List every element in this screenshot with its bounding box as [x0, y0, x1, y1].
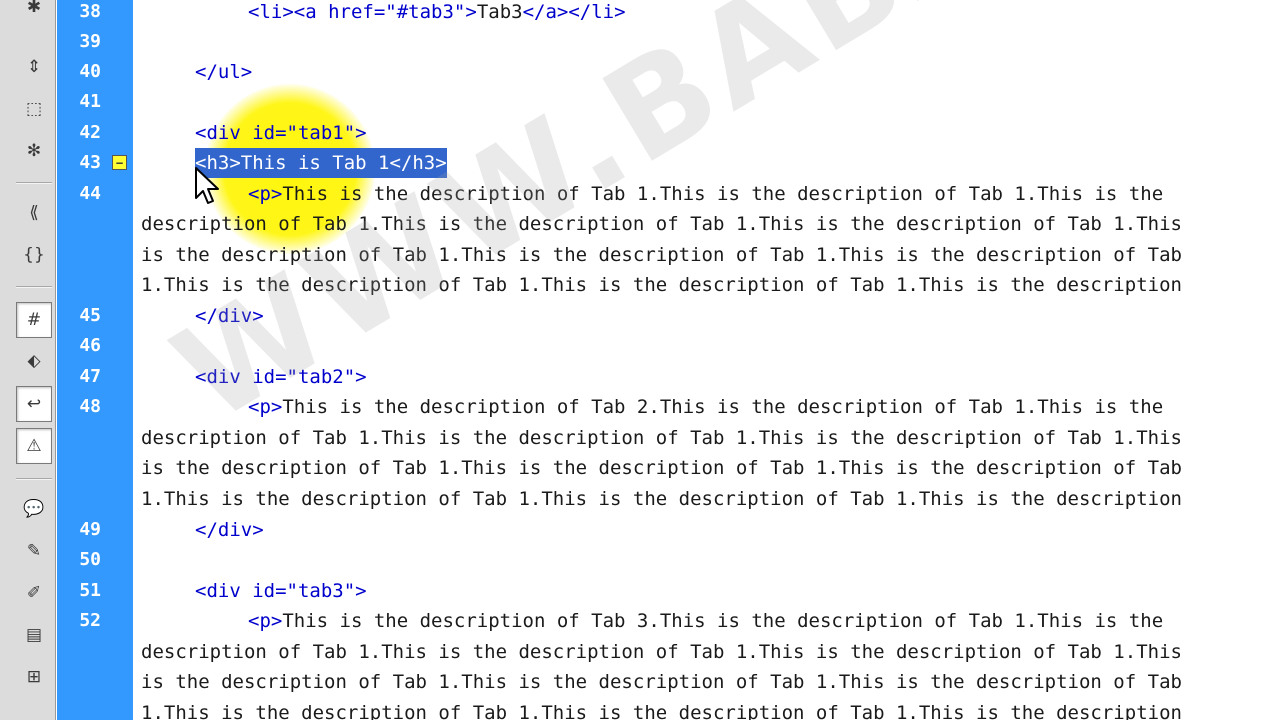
line-number: 44: [79, 183, 101, 204]
line-number: 46: [79, 335, 101, 356]
code-line: </div>: [195, 519, 264, 541]
line-number: 52: [79, 610, 101, 631]
line-number: 40: [79, 61, 101, 82]
coding-toolbar: ✱ ⇕ ⬚ ✻ ⟪ {} # ⬖ ↩ ⚠ 💬 ✎ ✐ ▤ ⊞: [0, 0, 56, 720]
line-numbers-icon[interactable]: #: [16, 302, 52, 338]
remove-comment-icon[interactable]: ✎: [14, 534, 54, 568]
code-line-wrap: 1.This is the description of Tab 1.This …: [141, 274, 1182, 296]
code-line-wrap: is the description of Tab 1.This is the …: [141, 244, 1182, 266]
line-number: 45: [79, 305, 101, 326]
code-line-wrap: is the description of Tab 1.This is the …: [141, 457, 1182, 479]
line-number: 47: [79, 366, 101, 387]
line-number: 48: [79, 396, 101, 417]
line-number: 39: [79, 31, 101, 52]
code-line-wrap: 1.This is the description of Tab 1.This …: [141, 702, 1182, 720]
line-number: 51: [79, 580, 101, 601]
selected-code-h3[interactable]: <h3>This is Tab 1</h3>: [195, 148, 447, 178]
toolbar-separator: [16, 182, 52, 184]
indent-code-icon[interactable]: ⊞: [14, 660, 54, 694]
line-number: 42: [79, 122, 101, 143]
code-line-wrap: is the description of Tab 1.This is the …: [141, 671, 1182, 693]
toolbar-separator: [16, 286, 52, 288]
code-line: </div>: [195, 305, 264, 327]
line-number: 41: [79, 91, 101, 112]
code-line-wrap: description of Tab 1.This is the descrip…: [141, 427, 1182, 449]
code-collapse-marker[interactable]: −: [112, 155, 127, 170]
code-line-wrap: 1.This is the description of Tab 1.This …: [141, 488, 1182, 510]
code-line: </ul>: [195, 61, 253, 83]
expand-selection-icon[interactable]: ⇕: [14, 50, 54, 84]
select-parent-tag-icon[interactable]: ⟪: [14, 196, 54, 230]
code-line: <li><a href="#tab3">Tab3</a></li>: [248, 1, 626, 23]
line-number: 50: [79, 549, 101, 570]
syntax-error-alerts-icon[interactable]: ⚠: [16, 428, 52, 464]
apply-comment-icon[interactable]: 💬: [14, 492, 54, 526]
highlight-invalid-code-icon[interactable]: ⬖: [14, 344, 54, 378]
line-number: 43: [79, 152, 101, 173]
line-number: 49: [79, 519, 101, 540]
collapse-selection-icon[interactable]: ⬚: [14, 92, 54, 126]
line-number: 38: [79, 1, 101, 22]
word-wrap-icon[interactable]: ↩: [16, 386, 52, 422]
gear-icon[interactable]: ✱: [14, 0, 54, 24]
code-line: <div id="tab3">: [195, 580, 367, 602]
code-line: <div id="tab1">: [195, 122, 367, 144]
code-line-wrap: description of Tab 1.This is the descrip…: [141, 213, 1182, 235]
code-line: <p>This is the description of Tab 3.This…: [248, 610, 1164, 632]
balance-braces-icon[interactable]: {}: [14, 238, 54, 272]
code-editor[interactable]: <li><a href="#tab3">Tab3</a></li> </ul> …: [133, 0, 1277, 720]
code-line-wrap: description of Tab 1.This is the descrip…: [141, 641, 1182, 663]
toolbar-separator: [16, 478, 52, 480]
wrap-tag-icon[interactable]: ✐: [14, 576, 54, 610]
code-line: <div id="tab2">: [195, 366, 367, 388]
code-line: <p>This is the description of Tab 2.This…: [248, 396, 1164, 418]
recent-snippets-icon[interactable]: ▤: [14, 618, 54, 652]
code-line: <p>This is the description of Tab 1.This…: [248, 183, 1164, 205]
collapse-full-tag-icon[interactable]: ✻: [14, 134, 54, 168]
